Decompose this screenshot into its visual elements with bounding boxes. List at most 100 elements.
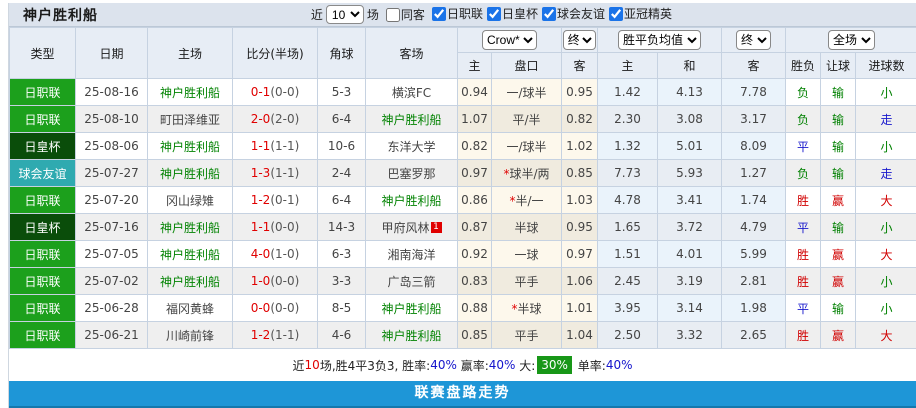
corners-cell: 6-4: [318, 106, 366, 133]
away-team-link[interactable]: 神户胜利船: [366, 295, 458, 322]
match-date: 25-08-06: [76, 133, 148, 160]
score-cell: 0-1(0-0): [233, 79, 318, 106]
match-row: 日皇杯25-07-16神户胜利船1-1(0-0)14-3甲府风林10.87半球0…: [10, 214, 916, 241]
league-type-cell: 日皇杯: [10, 214, 76, 241]
home-odds-cell: 1.07: [458, 106, 492, 133]
league-filter-2[interactable]: 日皇杯: [483, 5, 538, 22]
goals-result-cell: 走: [856, 160, 916, 187]
avg-draw-odds-cell: 3.41: [658, 187, 722, 214]
league-checkbox[interactable]: [432, 7, 446, 21]
handicap-cell: *半球: [492, 295, 562, 322]
avg-win-odds-cell: 1.42: [598, 79, 658, 106]
match-row: 日职联25-07-05神户胜利船4-0(1-0)6-3湘南海洋0.92一球0.9…: [10, 241, 916, 268]
avg-lose-odds-cell: 3.17: [722, 106, 786, 133]
away-team-link[interactable]: 神户胜利船: [366, 106, 458, 133]
avg-draw-odds-cell: 3.08: [658, 106, 722, 133]
corners-cell: 3-3: [318, 268, 366, 295]
col-header-handicap: 盘口: [492, 53, 562, 79]
score-cell: 0-0(0-0): [233, 295, 318, 322]
summary-text: 赢率:: [457, 357, 489, 374]
col-header-date: 日期: [76, 28, 148, 79]
match-date: 25-08-16: [76, 79, 148, 106]
match-date: 25-06-21: [76, 322, 148, 349]
goals-result-cell: 走: [856, 106, 916, 133]
result-cell: 平: [786, 133, 821, 160]
home-odds-cell: 0.92: [458, 241, 492, 268]
home-team-link: 冈山绿雉: [148, 187, 233, 214]
avg-draw-odds-cell: 4.01: [658, 241, 722, 268]
avg-win-odds-cell: 2.50: [598, 322, 658, 349]
handicap-change-star: *: [509, 194, 515, 208]
league-type-cell: 日职联: [10, 295, 76, 322]
home-odds-cell: 0.87: [458, 214, 492, 241]
goals-result-cell: 小: [856, 268, 916, 295]
odds-stage-select[interactable]: 终: [563, 30, 597, 50]
home-team-link[interactable]: 神户胜利船: [148, 241, 233, 268]
goals-result-cell: 大: [856, 187, 916, 214]
halftime-score: (1-0): [270, 247, 299, 261]
same-away-toggle[interactable]: 同客: [382, 6, 425, 23]
col-header-away: 客场: [366, 28, 458, 79]
league-filter-4[interactable]: 亚冠精英: [605, 5, 672, 22]
league-trend-button[interactable]: 联赛盘路走势: [9, 381, 916, 408]
home-team-link[interactable]: 神户胜利船: [148, 214, 233, 241]
col-header-odds-home: 主: [458, 53, 492, 79]
summary-text: 近: [293, 357, 305, 374]
goals-result-cell: 小: [856, 295, 916, 322]
goals-result-cell: 大: [856, 322, 916, 349]
league-checkbox[interactable]: [609, 7, 623, 21]
summary-over-rate-badge: 30%: [537, 356, 572, 374]
league-filter-1[interactable]: 日职联: [428, 5, 483, 22]
home-odds-cell: 0.82: [458, 133, 492, 160]
corners-cell: 5-3: [318, 79, 366, 106]
home-team-link[interactable]: 神户胜利船: [148, 268, 233, 295]
away-odds-cell: 1.06: [562, 268, 598, 295]
home-team-link[interactable]: 神户胜利船: [148, 160, 233, 187]
home-odds-cell: 0.97: [458, 160, 492, 187]
away-team-link[interactable]: 神户胜利船: [366, 187, 458, 214]
home-odds-cell: 0.88: [458, 295, 492, 322]
recent-count-select[interactable]: 10: [326, 5, 364, 24]
panel-content: 神户胜利船 近 10 场 同客 日职联日皇杯球会友谊亚冠精英: [8, 3, 916, 408]
avg-draw-odds-cell: 3.32: [658, 322, 722, 349]
avg-win-odds-cell: 2.45: [598, 268, 658, 295]
avg-win-odds-cell: 7.73: [598, 160, 658, 187]
league-type-cell: 日职联: [10, 106, 76, 133]
away-team-link: 湘南海洋: [366, 241, 458, 268]
handicap-result-cell: 输: [821, 106, 856, 133]
avg-mode-select[interactable]: 胜平负均值: [618, 30, 701, 50]
halftime-score: (0-0): [270, 220, 299, 234]
league-filter-3[interactable]: 球会友谊: [538, 5, 605, 22]
home-team-link[interactable]: 神户胜利船: [148, 79, 233, 106]
fulltime-score: 1-2: [251, 193, 271, 207]
away-odds-cell: 0.82: [562, 106, 598, 133]
same-away-checkbox[interactable]: [386, 8, 400, 22]
score-cell: 1-1(1-1): [233, 133, 318, 160]
col-header-home: 主场: [148, 28, 233, 79]
scope-select[interactable]: 全场: [828, 30, 875, 50]
match-row: 日职联25-07-02神户胜利船1-0(0-0)3-3广岛三箭0.83平手1.0…: [10, 268, 916, 295]
avg-draw-odds-cell: 4.13: [658, 79, 722, 106]
match-row: 日职联25-08-10町田泽维亚2-0(2-0)6-4神户胜利船1.07平/半0…: [10, 106, 916, 133]
avg-win-odds-cell: 4.78: [598, 187, 658, 214]
col-header-odds-away: 客: [562, 53, 598, 79]
recent-label: 近: [311, 6, 323, 23]
home-odds-cell: 0.83: [458, 268, 492, 295]
away-odds-cell: 0.85: [562, 160, 598, 187]
avg-draw-odds-cell: 3.72: [658, 214, 722, 241]
handicap-cell: 平/半: [492, 106, 562, 133]
team-title: 神户胜利船: [23, 5, 98, 25]
match-history-panel: 神户胜利船 近 10 场 同客 日职联日皇杯球会友谊亚冠精英: [0, 0, 916, 408]
away-team-link: 横滨FC: [366, 79, 458, 106]
avg-win-odds-cell: 2.30: [598, 106, 658, 133]
away-team-link[interactable]: 神户胜利船: [366, 322, 458, 349]
league-checkbox[interactable]: [487, 7, 501, 21]
away-odds-cell: 1.03: [562, 187, 598, 214]
avg-stage-select[interactable]: 终: [736, 30, 771, 50]
away-odds-cell: 1.01: [562, 295, 598, 322]
league-checkbox[interactable]: [542, 7, 556, 21]
filter-row: 类型 日期 主场 比分(半场) 角球 客场 Crow* 终 胜平负均值 终 全场: [10, 28, 916, 53]
summary-count: 10: [305, 358, 320, 372]
home-team-link[interactable]: 神户胜利船: [148, 133, 233, 160]
bookmaker-select[interactable]: Crow*: [482, 30, 537, 50]
